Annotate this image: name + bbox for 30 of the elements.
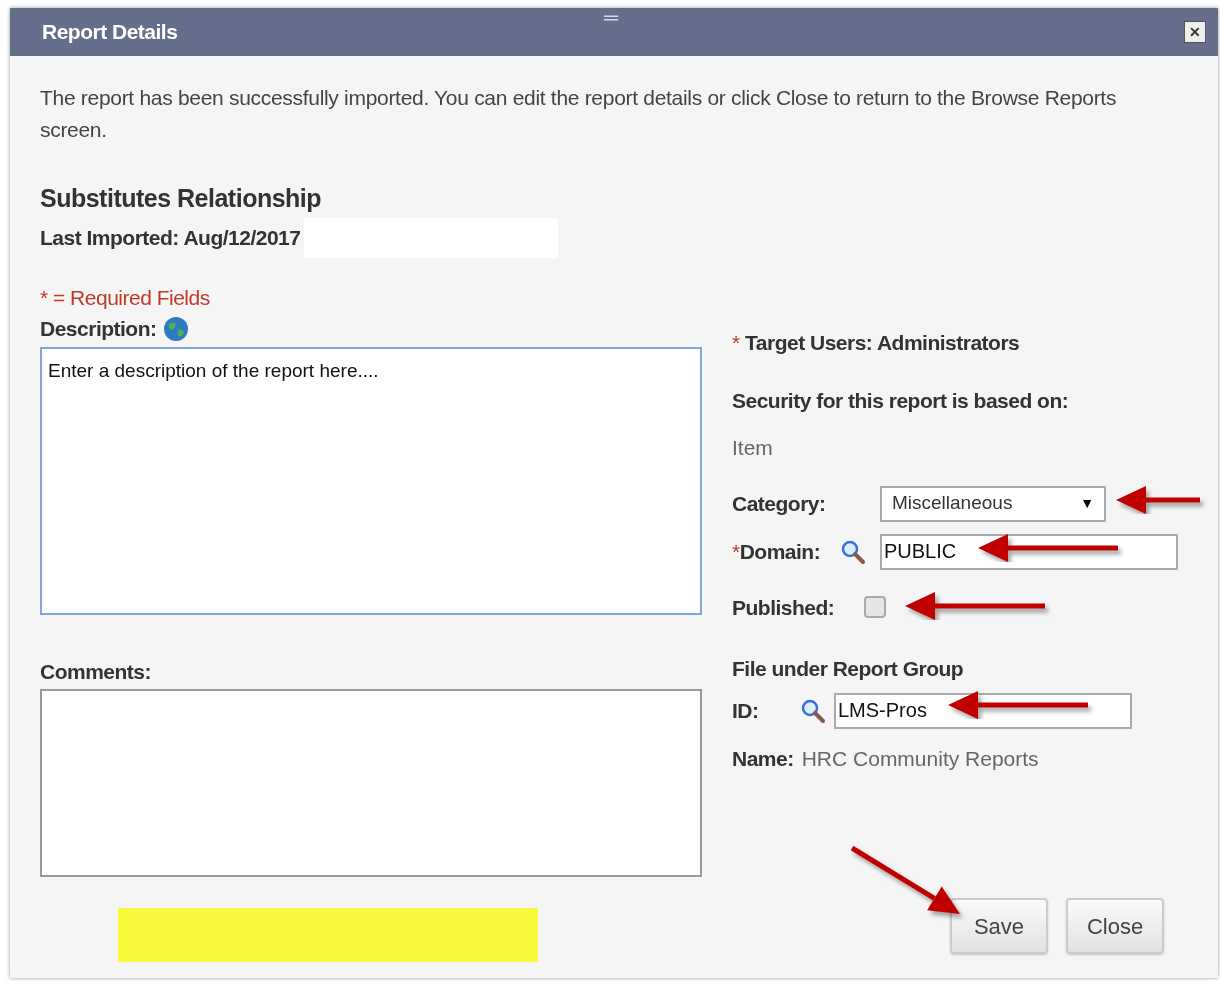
comments-label: Comments: [40,658,152,685]
domain-label: *Domain: [732,538,822,565]
import-message: The report has been successfully imported. You can edit the report details or click Close to return to the Browse Reports screen. [40,85,1118,143]
id-label: ID: [732,697,760,724]
category-label: Category: [732,490,827,517]
description-label: Description: [40,316,157,342]
category-dropdown[interactable]: Miscellaneous ▼ [880,485,1106,522]
search-icon[interactable] [840,538,866,565]
close-dialog-button[interactable]: Close [1066,898,1164,954]
published-label: Published: [732,594,836,621]
caret-icon: ▼ [1080,493,1094,514]
window-title: Report Details [42,19,178,46]
save-button[interactable]: Save [950,898,1048,954]
security-value: Item [732,435,774,461]
published-checkbox[interactable] [864,596,886,619]
security-label: Security for this report is based on: [732,387,1070,414]
report-name: Substitutes Relationship [40,183,323,214]
search-icon[interactable] [800,697,826,724]
comments-field[interactable] [40,689,702,877]
description-field[interactable]: Enter a description of the report here.... [40,346,702,615]
globe-icon [162,315,189,342]
report-group-name: HRC Community Reports [801,745,1039,772]
name-label: Name: [732,745,794,772]
required-fields-note: * = Required Fields [40,284,211,311]
report-group-heading: File under Report Group [732,656,965,682]
last-imported-date: Last Imported: Aug/12/2017 [40,224,301,251]
target-users-text: * Target Users: Administrators [732,330,1021,356]
close-button[interactable]: ✕ [1184,21,1206,43]
domain-field[interactable]: PUBLIC [880,533,1178,570]
report-group-id-field[interactable]: LMS-Pros [834,692,1132,729]
